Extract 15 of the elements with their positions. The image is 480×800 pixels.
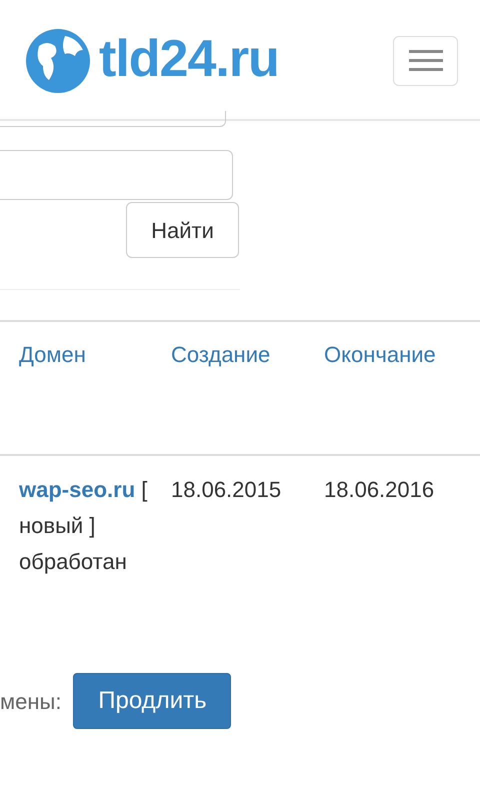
renew-button[interactable]: Продлить — [73, 673, 232, 729]
logo-text[interactable]: tld24.ru — [99, 33, 279, 85]
column-header[interactable]: Домен — [19, 342, 86, 367]
menu-button[interactable] — [393, 36, 458, 86]
domain-link[interactable]: wap-seo.ru — [19, 477, 136, 502]
search-button[interactable]: Найти — [126, 202, 239, 258]
column-header[interactable]: Окончание — [324, 342, 436, 367]
input-field[interactable] — [0, 111, 226, 127]
date-cell: 18.06.2015 — [171, 477, 282, 502]
date-cell: 18.06.2016 — [324, 477, 434, 502]
input-field[interactable] — [0, 150, 233, 200]
column-header[interactable]: Создание — [171, 342, 270, 367]
domain-status-text: wap-seo.ru [ новый ] обработан — [19, 476, 148, 576]
menu-icon — [408, 50, 442, 72]
field-label: мены: — [0, 688, 62, 716]
